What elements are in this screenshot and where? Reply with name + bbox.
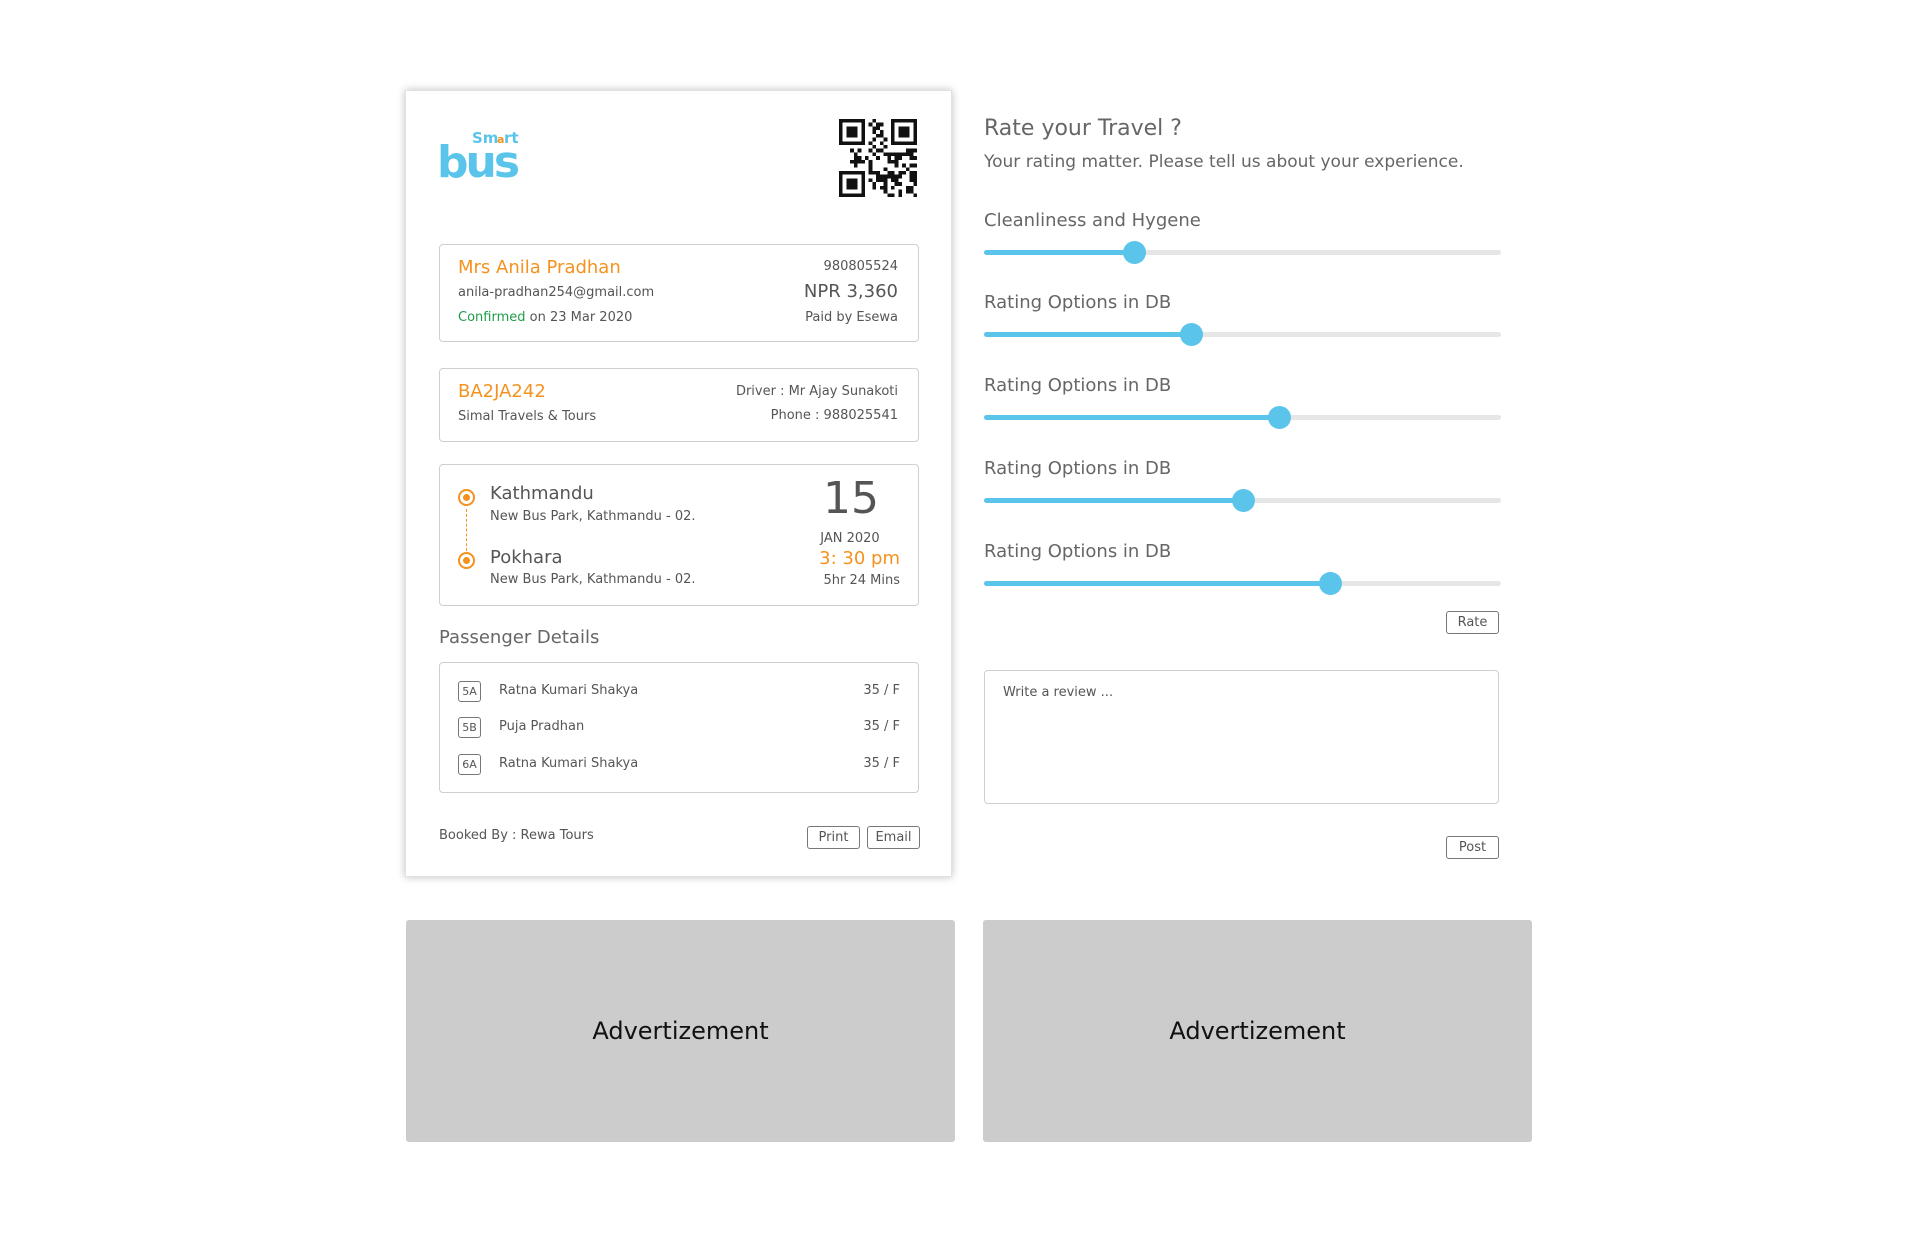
booked-by: Booked By : Rewa Tours	[439, 828, 594, 843]
payment-method: Paid by Esewa	[805, 310, 898, 325]
passenger-name: Mrs Anila Pradhan	[458, 257, 621, 278]
passenger-row-name: Puja Pradhan	[499, 719, 585, 734]
origin-city: Kathmandu	[490, 483, 594, 504]
rating-slider-option-4[interactable]	[984, 572, 1501, 595]
ticket-amount: NPR 3,360	[803, 281, 898, 302]
booking-date: on 23 Mar 2020	[529, 310, 633, 325]
passenger-row-age-sex: 35 / F	[863, 719, 900, 734]
qr-code-icon	[839, 119, 917, 197]
rating-slider-option-1[interactable]	[984, 323, 1501, 346]
slider-label-option-3: Rating Options in DB	[984, 458, 1172, 479]
passenger-email: anila-pradhan254@gmail.com	[458, 285, 655, 300]
route-info: Kathmandu New Bus Park, Kathmandu - 02. …	[439, 464, 919, 606]
advertisement-label: Advertizement	[592, 1017, 769, 1045]
print-button[interactable]: Print	[807, 826, 860, 849]
seat-badge: 5B	[458, 717, 481, 738]
svg-text:bus: bus	[437, 137, 519, 181]
slider-thumb[interactable]	[1231, 489, 1255, 512]
advertisement-label: Advertizement	[1169, 1017, 1346, 1045]
seat-badge: 5A	[458, 681, 481, 702]
bus-operator: Simal Travels & Tours	[458, 409, 597, 424]
driver-name: Driver : Mr Ajay Sunakoti	[735, 384, 898, 399]
slider-fill	[984, 332, 1191, 337]
rating-subtitle: Your rating matter. Please tell us about…	[984, 152, 1464, 172]
status-badge: Confirmed	[458, 310, 526, 325]
passenger-row-name: Ratna Kumari Shakya	[499, 756, 639, 771]
origin-dot-icon	[458, 489, 475, 506]
rate-button[interactable]: Rate	[1446, 611, 1499, 634]
passenger-details-title: Passenger Details	[439, 627, 600, 648]
smartbus-logo: Sm a rt bus	[437, 129, 522, 181]
slider-fill	[984, 415, 1279, 420]
slider-fill	[984, 250, 1134, 255]
rating-slider-option-2[interactable]	[984, 406, 1501, 429]
passenger-summary: Mrs Anila Pradhan anila-pradhan254@gmail…	[439, 244, 919, 342]
rating-slider-cleanliness[interactable]	[984, 241, 1501, 264]
rating-slider-option-3[interactable]	[984, 489, 1501, 512]
passenger-phone: 980805524	[823, 259, 898, 274]
bus-info: BA2JA242 Simal Travels & Tours Driver : …	[439, 368, 919, 442]
slider-label-option-2: Rating Options in DB	[984, 375, 1172, 396]
ticket-card: Sm a rt bus Mrs Anila Pradhan anila-prad…	[405, 90, 952, 877]
passenger-list: 5A Ratna Kumari Shakya 35 / F 5B Puja Pr…	[439, 662, 919, 793]
seat-badge: 6A	[458, 754, 481, 775]
slider-label-option-4: Rating Options in DB	[984, 541, 1172, 562]
slider-thumb[interactable]	[1267, 406, 1291, 429]
travel-month-year: JAN 2020	[820, 531, 880, 546]
driver-phone: Phone : 988025541	[770, 408, 898, 423]
destination-address: New Bus Park, Kathmandu - 02.	[490, 572, 696, 587]
slider-fill	[984, 498, 1243, 503]
route-line	[466, 509, 467, 551]
rating-title: Rate your Travel ?	[984, 116, 1182, 141]
slider-label-cleanliness: Cleanliness and Hygene	[984, 210, 1201, 231]
booking-status: Confirmed on 23 Mar 2020	[458, 310, 632, 325]
review-input[interactable]	[984, 670, 1499, 804]
travel-day: 15	[823, 473, 879, 524]
bus-number: BA2JA242	[458, 381, 546, 402]
advertisement-left[interactable]: Advertizement	[406, 920, 955, 1142]
slider-thumb[interactable]	[1319, 572, 1343, 595]
passenger-row-age-sex: 35 / F	[863, 756, 900, 771]
slider-label-option-1: Rating Options in DB	[984, 292, 1172, 313]
slider-thumb[interactable]	[1179, 323, 1203, 346]
passenger-row-name: Ratna Kumari Shakya	[499, 683, 639, 698]
travel-duration: 5hr 24 Mins	[823, 573, 900, 588]
destination-dot-icon	[458, 552, 475, 569]
slider-fill	[984, 581, 1331, 586]
slider-thumb[interactable]	[1122, 241, 1146, 264]
advertisement-right[interactable]: Advertizement	[983, 920, 1532, 1142]
post-button[interactable]: Post	[1446, 836, 1499, 859]
departure-time: 3: 30 pm	[819, 548, 900, 569]
destination-city: Pokhara	[490, 547, 563, 568]
email-button[interactable]: Email	[867, 826, 920, 849]
passenger-row-age-sex: 35 / F	[863, 683, 900, 698]
origin-address: New Bus Park, Kathmandu - 02.	[490, 509, 696, 524]
